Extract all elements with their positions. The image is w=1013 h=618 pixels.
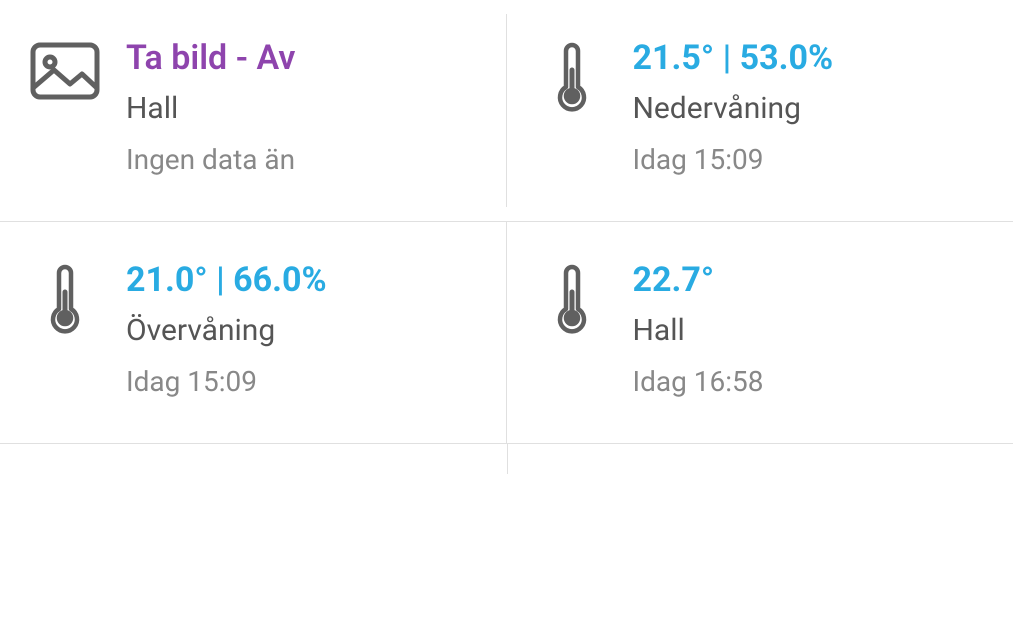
tile-subtitle: Hall [633,311,984,352]
thermometer-icon [537,38,607,112]
tile-meta: Idag 15:09 [633,141,984,179]
vertical-divider [507,444,508,474]
tile-subtitle: Hall [126,89,477,130]
footer-area [0,444,1013,474]
tile-title: Ta bild - Av [126,38,477,79]
tile-temp-nedervaning[interactable]: 21.5° | 53.0% Nedervåning Idag 15:09 [507,0,1013,221]
tile-meta: Idag 16:58 [633,363,984,401]
tile-title: 21.5° | 53.0% [633,38,984,79]
tile-title: 21.0° | 66.0% [126,260,477,301]
tile-title: 22.7° [633,260,984,301]
tile-content: 22.7° Hall Idag 16:58 [633,260,984,401]
dashboard-grid: Ta bild - Av Hall Ingen data än 21.5° | … [0,0,1013,444]
tile-subtitle: Nedervåning [633,89,984,130]
tile-meta: Idag 15:09 [126,363,477,401]
tile-content: 21.5° | 53.0% Nedervåning Idag 15:09 [633,38,984,179]
tile-content: Ta bild - Av Hall Ingen data än [126,38,477,179]
thermometer-icon [537,260,607,334]
tile-content: 21.0° | 66.0% Övervåning Idag 15:09 [126,260,477,401]
image-icon [30,38,100,100]
tile-subtitle: Övervåning [126,311,477,352]
tile-camera-hall[interactable]: Ta bild - Av Hall Ingen data än [0,0,507,221]
thermometer-icon [30,260,100,334]
tile-meta: Ingen data än [126,141,477,179]
tile-temp-overvaning[interactable]: 21.0° | 66.0% Övervåning Idag 15:09 [0,222,507,443]
tile-temp-hall[interactable]: 22.7° Hall Idag 16:58 [507,222,1013,443]
